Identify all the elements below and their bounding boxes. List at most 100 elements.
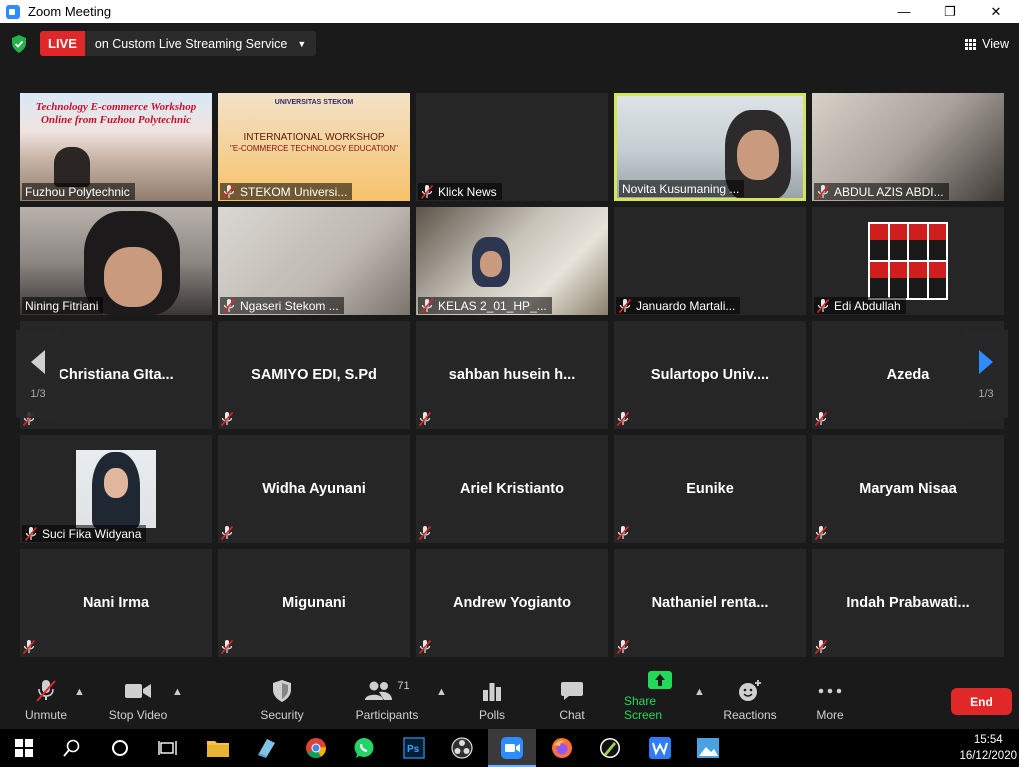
wps-icon	[649, 737, 671, 759]
windows-start-button[interactable]	[0, 729, 48, 767]
participant-tile[interactable]: Widha Ayunani	[218, 435, 410, 543]
participant-tile[interactable]: UNIVERSITAS STEKOM INTERNATIONAL WORKSHOP…	[218, 93, 410, 201]
photoshop-icon: Ps	[403, 737, 425, 759]
view-button[interactable]: View	[965, 33, 1009, 55]
taskbar-file-explorer[interactable]	[194, 729, 242, 767]
cortana-circle-icon	[112, 740, 128, 756]
security-button[interactable]: Security	[256, 672, 308, 729]
taskbar-obs[interactable]	[438, 729, 486, 767]
live-stream-dropdown[interactable]: LIVE on Custom Live Streaming Service ▼	[40, 31, 317, 56]
mic-muted-icon	[24, 526, 38, 541]
participant-tile[interactable]: Maryam Nisaa	[812, 435, 1004, 543]
participant-name: Maryam Nisaa	[859, 481, 957, 497]
taskbar-zoom[interactable]	[488, 729, 536, 767]
encryption-shield-icon[interactable]	[11, 35, 27, 53]
caret-down-icon: ▼	[297, 38, 307, 49]
book-app-icon	[258, 739, 275, 758]
unmute-button[interactable]: Unmute	[18, 672, 74, 729]
taskbar-search-button[interactable]	[48, 729, 96, 767]
participant-tile[interactable]: ABDUL AZIS ABDI...	[812, 93, 1004, 201]
mic-muted-icon	[418, 639, 435, 656]
search-icon	[63, 739, 80, 757]
previous-page-button[interactable]: 1/3	[16, 330, 60, 418]
windows-taskbar: Ps 15:54 16/12/2020	[0, 729, 1019, 767]
task-view-button[interactable]	[144, 729, 192, 767]
participant-name: Nani Irma	[82, 595, 150, 611]
participant-label-text: STEKOM Universi...	[240, 184, 348, 199]
participant-tile[interactable]: Edi Abdullah	[812, 207, 1004, 315]
taskbar-app-pen[interactable]	[586, 729, 634, 767]
participant-tile[interactable]: sahban husein h...	[416, 321, 608, 429]
participant-label: Edi Abdullah	[814, 297, 906, 314]
polls-bar-icon	[482, 679, 502, 703]
window-titlebar: Zoom Meeting — ❐ ✕	[0, 0, 1019, 23]
participant-tile[interactable]: Suci Fika Widyana	[20, 435, 212, 543]
svg-text:Ps: Ps	[407, 744, 420, 755]
taskbar-wps[interactable]	[636, 729, 684, 767]
taskbar-chrome[interactable]	[292, 729, 340, 767]
mic-muted-icon	[616, 411, 633, 428]
participants-label: Participants	[355, 708, 419, 722]
taskbar-photoshop[interactable]: Ps	[390, 729, 438, 767]
participant-tile[interactable]: Ngaseri Stekom ...	[218, 207, 410, 315]
taskbar-photos[interactable]	[684, 729, 732, 767]
participant-label: Novita Kusumaning ...	[619, 180, 745, 197]
participant-tile[interactable]: Andrew Yogianto	[416, 549, 608, 657]
mic-muted-icon	[816, 298, 830, 313]
photo-cell	[928, 262, 946, 298]
participant-tile[interactable]: Migunani	[218, 549, 410, 657]
participant-skin	[480, 251, 502, 277]
participant-label-text: Januardo Martali...	[636, 298, 736, 313]
folder-icon	[207, 741, 229, 757]
participant-name: Eunike	[686, 481, 734, 497]
participant-tile[interactable]: Sulartopo Univ....	[614, 321, 806, 429]
participant-tile[interactable]: Nani Irma	[20, 549, 212, 657]
taskbar-clock[interactable]: 15:54 16/12/2020	[959, 732, 1017, 764]
participants-button[interactable]: 71 Participants	[353, 672, 421, 729]
participant-tile[interactable]: Nining Fitriani	[20, 207, 212, 315]
audio-options-caret-icon[interactable]: ▲	[74, 686, 85, 698]
reactions-button[interactable]: Reactions	[722, 672, 778, 729]
arrow-right-icon	[979, 350, 993, 374]
participant-tile[interactable]: Indah Prabawati...	[812, 549, 1004, 657]
slide-university: UNIVERSITAS STEKOM	[274, 99, 354, 106]
participants-options-caret-icon[interactable]: ▲	[436, 686, 447, 698]
stop-video-button[interactable]: Stop Video	[106, 672, 170, 729]
chat-button[interactable]: Chat	[553, 672, 591, 729]
close-button[interactable]: ✕	[973, 0, 1019, 23]
participant-tile[interactable]: SAMIYO EDI, S.Pd	[218, 321, 410, 429]
share-options-caret-icon[interactable]: ▲	[694, 686, 705, 698]
participant-tile[interactable]: Klick News	[416, 93, 608, 201]
participant-label: Januardo Martali...	[616, 297, 741, 314]
participant-tile[interactable]: Januardo Martali...	[614, 207, 806, 315]
polls-button[interactable]: Polls	[474, 672, 510, 729]
participant-tile[interactable]: Ariel Kristianto	[416, 435, 608, 543]
share-screen-button[interactable]: Share Screen	[624, 671, 696, 729]
participant-name: Indah Prabawati...	[846, 595, 970, 611]
photo-cell	[889, 224, 907, 260]
video-options-caret-icon[interactable]: ▲	[172, 686, 183, 698]
minimize-button[interactable]: —	[881, 0, 927, 23]
next-page-button[interactable]: 1/3	[964, 330, 1008, 418]
participant-name: sahban husein h...	[448, 367, 576, 383]
presenter-figure	[54, 147, 90, 187]
taskbar-app-book[interactable]	[242, 729, 290, 767]
cortana-button[interactable]	[96, 729, 144, 767]
taskbar-whatsapp[interactable]	[340, 729, 388, 767]
participant-tile[interactable]: Technology E-commerce Workshop Online fro…	[20, 93, 212, 201]
participant-tile[interactable]: KELAS 2_01_HP_...	[416, 207, 608, 315]
meeting-toolbar: Unmute ▲ Stop Video ▲ Security 71 Partic…	[0, 671, 1019, 729]
participant-tile[interactable]: Novita Kusumaning ...	[614, 93, 806, 201]
participant-tile[interactable]: Eunike	[614, 435, 806, 543]
maximize-button[interactable]: ❐	[927, 0, 973, 23]
page-indicator-left: 1/3	[30, 388, 46, 400]
window-title: Zoom Meeting	[28, 4, 112, 19]
mic-muted-icon	[418, 525, 435, 542]
more-button[interactable]: More	[812, 672, 848, 729]
mic-muted-icon	[616, 639, 633, 656]
end-meeting-button[interactable]: End	[951, 688, 1012, 715]
banner-line-2: Online from Fuzhou Polytechnic	[40, 114, 192, 126]
taskbar-firefox[interactable]	[538, 729, 586, 767]
participant-tile[interactable]: Nathaniel renta...	[614, 549, 806, 657]
mic-muted-icon	[616, 525, 633, 542]
